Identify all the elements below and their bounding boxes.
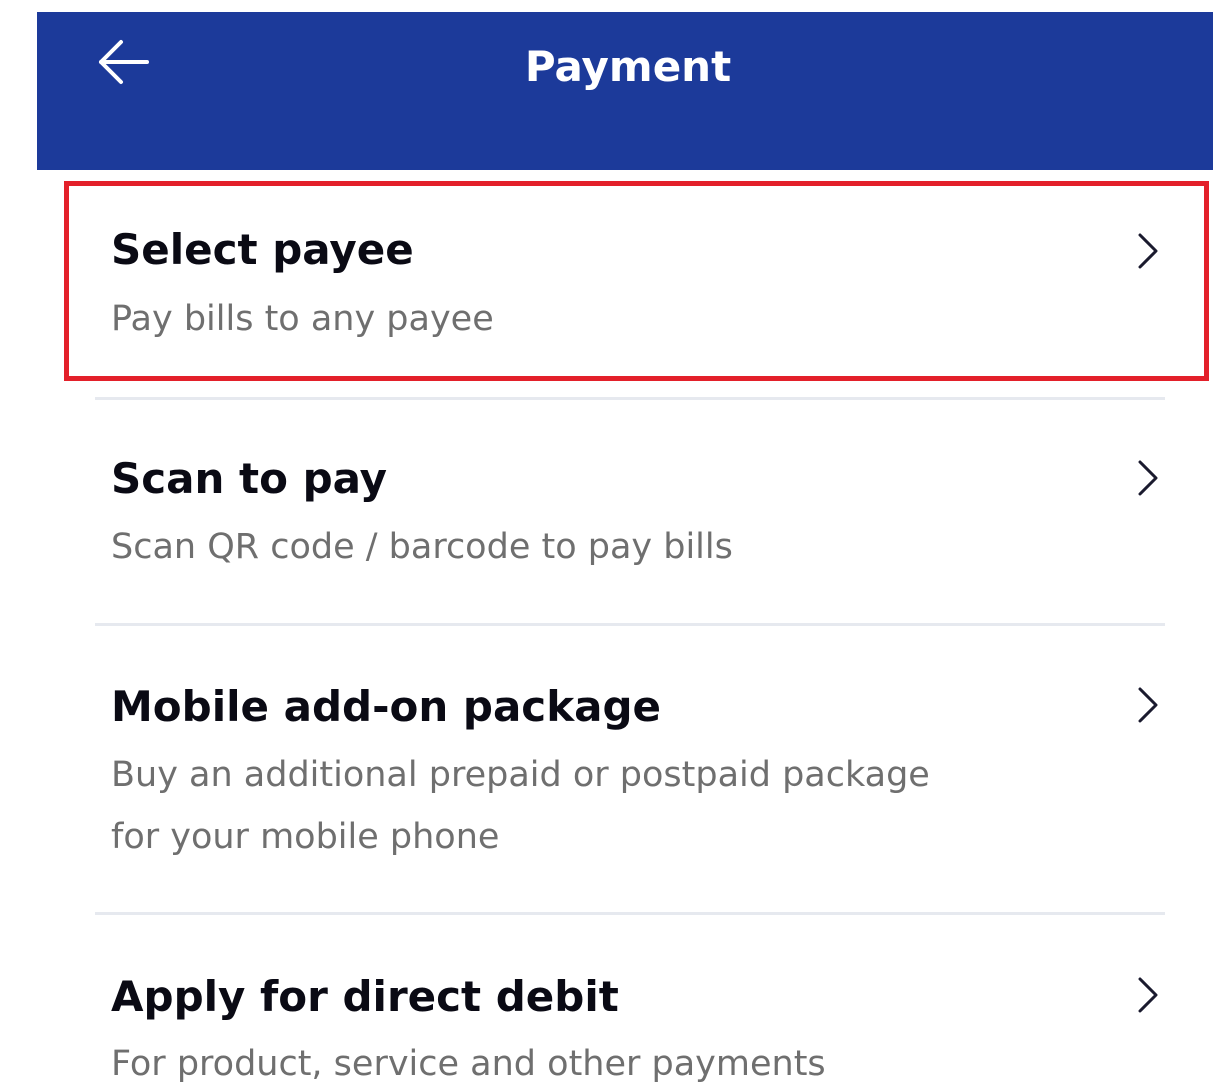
menu-item-select-payee[interactable]: Select payee Pay bills to any payee [0, 181, 1213, 381]
payment-screen: Payment Select payee Pay bills to any pa… [0, 0, 1213, 1092]
menu-item-mobile-add-on-package[interactable]: Mobile add-on package Buy an additional … [0, 638, 1213, 910]
menu-item-title: Scan to pay [111, 454, 388, 503]
divider [95, 912, 1165, 915]
chevron-right-icon [1138, 977, 1158, 1013]
chevron-right-icon [1138, 687, 1158, 723]
menu-item-description: Buy an additional prepaid or postpaid pa… [111, 755, 930, 857]
page-title: Payment [524, 42, 732, 91]
divider [95, 397, 1165, 400]
menu-item-title: Select payee [111, 225, 414, 274]
menu-item-scan-to-pay[interactable]: Scan to pay Scan QR code / barcode to pa… [0, 410, 1213, 620]
menu-item-title: Mobile add-on package [111, 682, 662, 731]
chevron-right-icon [1138, 233, 1158, 269]
menu-item-description: Pay bills to any payee [111, 299, 494, 339]
chevron-right-icon [1138, 460, 1158, 496]
menu-item-description: Scan QR code / barcode to pay bills [111, 527, 733, 567]
divider [95, 623, 1165, 626]
menu-item-description: For product, service and other payments [111, 1044, 826, 1084]
menu-item-title: Apply for direct debit [111, 972, 619, 1021]
app-header: Payment [37, 12, 1213, 170]
menu-item-apply-for-direct-debit[interactable]: Apply for direct debit For product, serv… [0, 928, 1213, 1092]
